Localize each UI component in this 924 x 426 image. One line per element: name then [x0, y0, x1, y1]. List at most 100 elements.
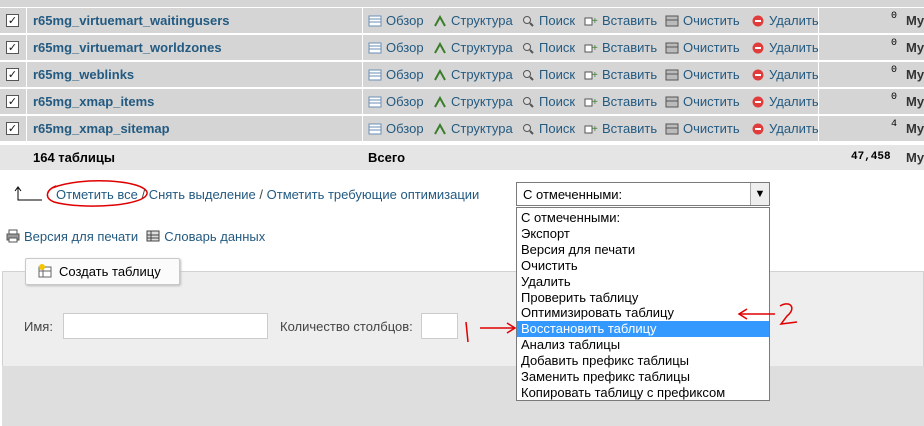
chevron-down-icon[interactable]: ▼ [750, 183, 769, 205]
browse-action[interactable]: Обзор [368, 13, 424, 28]
drop-action[interactable]: Удалить [751, 121, 819, 136]
drop-icon [751, 15, 765, 27]
empty-action[interactable]: Очистить [665, 121, 740, 136]
insert-label: Вставить [602, 13, 658, 28]
red-arrow-annotation-2 [737, 303, 798, 325]
divider [362, 116, 363, 141]
table-name-link[interactable]: r65mg_xmap_sitemap [33, 121, 170, 136]
insert-icon: + [584, 123, 598, 135]
row-count: 0 [891, 11, 898, 22]
create-table-tab[interactable]: Создать таблицу [25, 258, 180, 285]
structure-icon [433, 14, 447, 27]
row-checkbox[interactable]: ✓ [6, 68, 19, 81]
drop-action[interactable]: Удалить [751, 40, 819, 55]
insert-icon: + [584, 15, 598, 27]
structure-label: Структура [451, 40, 513, 55]
insert-action[interactable]: + Вставить [584, 13, 657, 28]
insert-action[interactable]: + Вставить [584, 67, 657, 82]
search-action[interactable]: Поиск [521, 67, 575, 82]
printer-icon [6, 229, 20, 243]
dropdown-option[interactable]: Очистить [517, 258, 769, 274]
dropdown-option[interactable]: Проверить таблицу [517, 290, 769, 306]
divider [362, 89, 363, 114]
divider [362, 35, 363, 60]
row-engine: My [906, 121, 924, 136]
dropdown-option[interactable]: Восстановить таблицу [517, 321, 769, 338]
drop-action[interactable]: Удалить [751, 13, 819, 28]
data-dictionary-link[interactable]: Словарь данных [164, 229, 265, 244]
structure-action[interactable]: Структура [433, 40, 513, 55]
browse-icon [368, 42, 382, 54]
dropdown-option[interactable]: С отмеченными: [517, 210, 769, 226]
divider [26, 116, 27, 141]
structure-icon [433, 41, 447, 54]
table-name-input[interactable] [63, 313, 268, 339]
row-checkbox[interactable]: ✓ [6, 41, 19, 54]
columns-count-input[interactable] [421, 313, 458, 339]
structure-action[interactable]: Структура [433, 13, 513, 28]
search-action[interactable]: Поиск [521, 121, 575, 136]
insert-action[interactable]: + Вставить [584, 121, 657, 136]
empty-icon [665, 69, 679, 81]
drop-label: Удалить [769, 121, 819, 136]
empty-label: Очистить [683, 40, 740, 55]
uncheck-all-link[interactable]: Снять выделение [149, 187, 256, 202]
print-view-link[interactable]: Версия для печати [24, 229, 138, 244]
row-checkbox[interactable]: ✓ [6, 95, 19, 108]
search-action[interactable]: Поиск [521, 13, 575, 28]
row-count: 0 [891, 38, 898, 49]
empty-action[interactable]: Очистить [665, 13, 740, 28]
data-dictionary-icon [146, 229, 160, 242]
search-action[interactable]: Поиск [521, 94, 575, 109]
empty-label: Очистить [683, 13, 740, 28]
drop-action[interactable]: Удалить [751, 67, 819, 82]
empty-action[interactable]: Очистить [665, 40, 740, 55]
browse-label: Обзор [386, 13, 424, 28]
dropdown-option[interactable]: Оптимизировать таблицу [517, 305, 769, 321]
with-selected-select[interactable]: С отмеченными: ▼ [516, 182, 770, 206]
row-engine: My [906, 40, 924, 55]
svg-text:+: + [592, 97, 598, 108]
drop-action[interactable]: Удалить [751, 94, 819, 109]
insert-action[interactable]: + Вставить [584, 94, 657, 109]
search-action[interactable]: Поиск [521, 40, 575, 55]
dropdown-option[interactable]: Добавить префикс таблицы [517, 353, 769, 369]
structure-action[interactable]: Структура [433, 94, 513, 109]
table-row: ✓ r65mg_virtuemart_worldzones Обзор Структу… [0, 35, 924, 61]
search-icon [521, 123, 535, 135]
dropdown-option[interactable]: Анализ таблицы [517, 337, 769, 353]
drop-icon [751, 42, 765, 54]
dropdown-option[interactable]: Экспорт [517, 226, 769, 242]
browse-action[interactable]: Обзор [368, 94, 424, 109]
table-name-link[interactable]: r65mg_weblinks [33, 67, 134, 82]
browse-action[interactable]: Обзор [368, 67, 424, 82]
table-name-link[interactable]: r65mg_virtuemart_waitingusers [33, 13, 230, 28]
sum-label: Всего [368, 150, 406, 165]
dropdown-option[interactable]: Заменить префикс таблицы [517, 369, 769, 385]
row-checkbox-cell: ✓ [0, 62, 26, 87]
empty-action[interactable]: Очистить [665, 94, 740, 109]
dropdown-option[interactable]: Удалить [517, 274, 769, 290]
empty-label: Очистить [683, 121, 740, 136]
empty-label: Очистить [683, 67, 740, 82]
dropdown-option[interactable]: Версия для печати [517, 242, 769, 258]
table-name-link[interactable]: r65mg_xmap_items [33, 94, 154, 109]
structure-action[interactable]: Структура [433, 121, 513, 136]
table-name-link[interactable]: r65mg_virtuemart_worldzones [33, 40, 222, 55]
row-checkbox[interactable]: ✓ [6, 14, 19, 27]
structure-action[interactable]: Структура [433, 67, 513, 82]
empty-action[interactable]: Очистить [665, 67, 740, 82]
row-engine: My [906, 13, 924, 28]
browse-action[interactable]: Обзор [368, 40, 424, 55]
tables-count: 164 таблицы [33, 150, 115, 165]
empty-icon [665, 96, 679, 108]
summary-row: 164 таблицы Всего 47,458 My [0, 145, 924, 170]
row-checkbox[interactable]: ✓ [6, 122, 19, 135]
check-overhead-link[interactable]: Отметить требующие оптимизации [267, 187, 480, 202]
divider [362, 62, 363, 87]
browse-action[interactable]: Обзор [368, 121, 424, 136]
insert-action[interactable]: + Вставить [584, 40, 657, 55]
browse-label: Обзор [386, 67, 424, 82]
row-checkbox-cell: ✓ [0, 116, 26, 141]
dropdown-option[interactable]: Копировать таблицу с префиксом [517, 385, 769, 401]
